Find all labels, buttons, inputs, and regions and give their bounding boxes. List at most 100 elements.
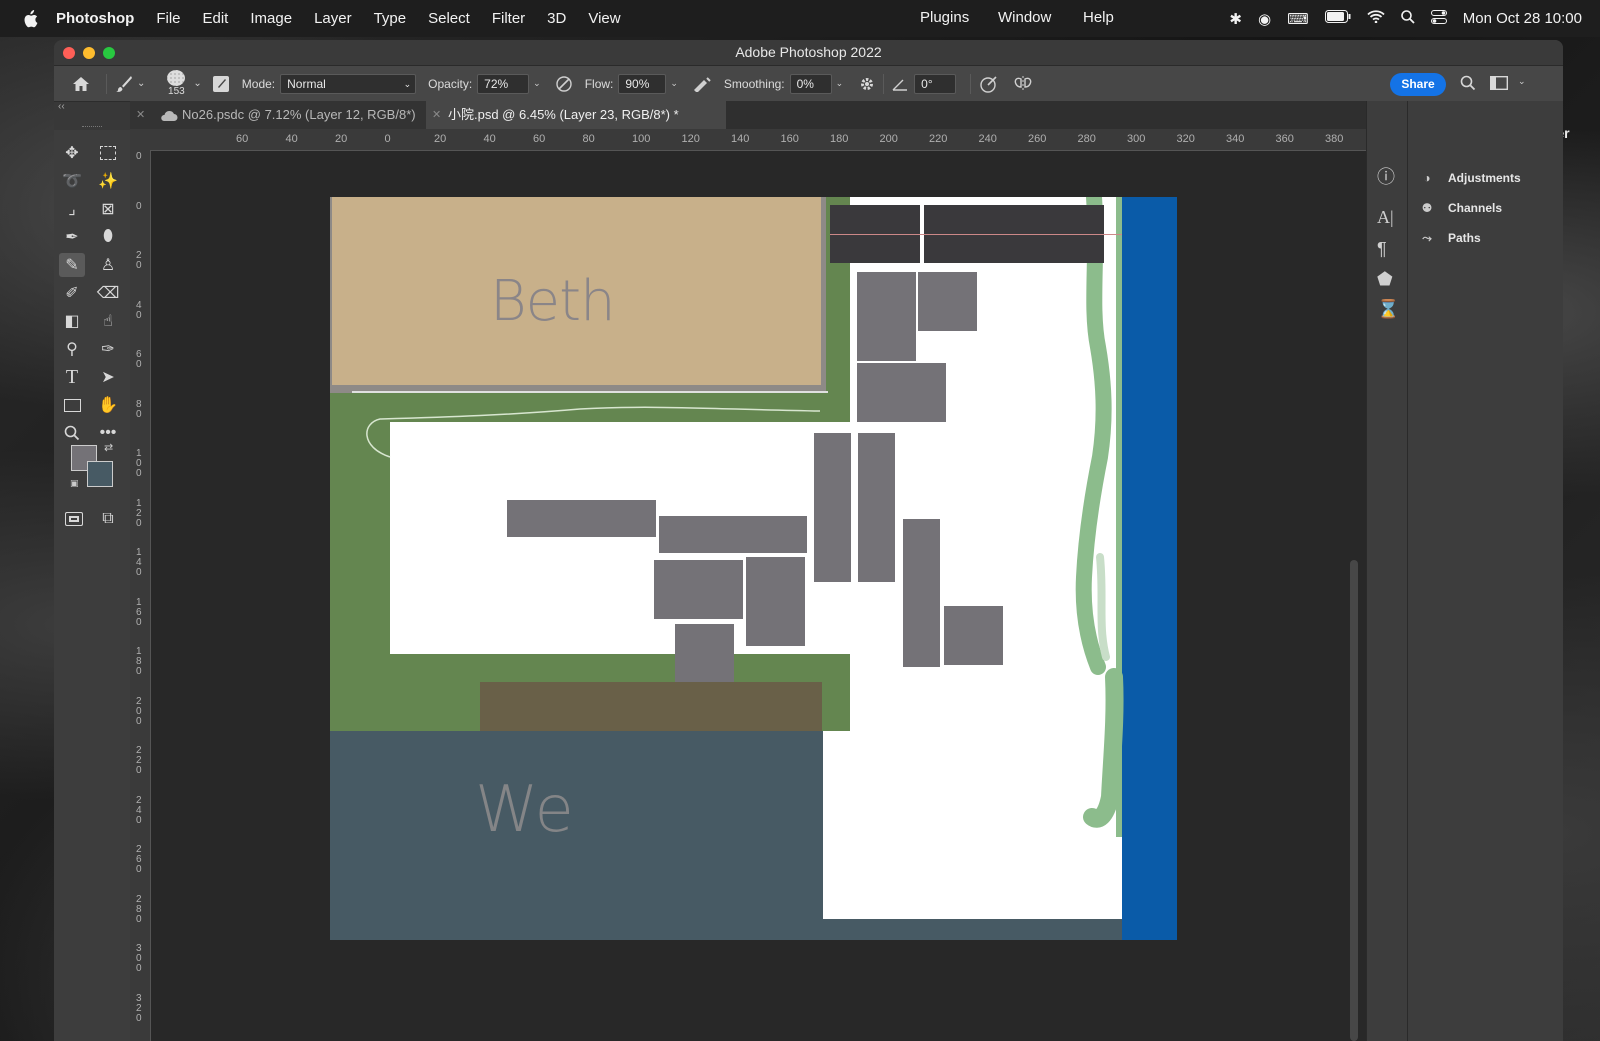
airbrush-icon[interactable] [692,76,712,92]
menu-layer[interactable]: Layer [314,10,352,27]
paint-bucket-tool[interactable]: ◧ [59,309,85,333]
paragraph-icon[interactable]: ¶ [1377,239,1387,260]
toolbox-grip[interactable] [82,126,102,129]
home-icon[interactable] [72,76,90,92]
chevron-down-icon[interactable]: ⌄ [1518,76,1526,87]
zoom-tool[interactable] [59,421,85,445]
healing-brush-tool[interactable]: ⬮ [95,225,121,249]
menu-app-photoshop[interactable]: Photoshop [56,10,134,27]
symmetry-icon[interactable] [1013,75,1033,93]
minimize-window-button[interactable] [83,47,95,59]
panel-paths[interactable]: ⤳ Paths [1418,223,1481,253]
swap-colors-icon[interactable]: ⇄ [104,441,113,454]
screen-mode-button[interactable]: ⧉ [95,507,121,531]
layers-icon[interactable]: ⬟ [1377,269,1393,290]
document-canvas[interactable]: Beth We [330,197,1177,940]
ruler-tick-label: 20 [335,133,348,145]
history-brush-icon: ✐ [65,285,79,302]
menu-window[interactable]: Window [998,9,1051,26]
user-icon[interactable]: ◉ [1258,10,1271,28]
apple-icon[interactable] [22,9,38,28]
move-tool[interactable]: ✥ [59,141,85,165]
history-brush-tool[interactable]: ✐ [59,281,85,305]
share-button[interactable]: Share [1390,73,1446,96]
menu-type[interactable]: Type [374,10,407,27]
smoothing-field[interactable]: 0% [789,73,832,94]
search-icon[interactable] [1460,75,1476,91]
menu-edit[interactable]: Edit [203,10,229,27]
lasso-tool[interactable]: ➰ [59,169,85,193]
pen-tool[interactable]: ✑ [95,337,121,361]
flow-field[interactable]: 90% [618,73,667,94]
chevron-down-icon[interactable]: ⌄ [836,78,844,89]
brush-tool[interactable]: ✎ [59,253,85,277]
menu-image[interactable]: Image [250,10,292,27]
default-colors-icon[interactable]: ▣ [70,478,79,489]
keyboard-icon[interactable]: ⌨ [1287,10,1309,28]
control-center-icon[interactable] [1430,9,1447,28]
chevron-down-icon[interactable]: ⌄ [193,78,201,89]
dodge-tool[interactable]: ⚲ [59,337,85,361]
gear-icon[interactable] [859,76,875,92]
menu-select[interactable]: Select [428,10,470,27]
close-tab-icon[interactable]: ✕ [136,101,145,129]
panel-channels[interactable]: ⚉ Channels [1418,193,1502,223]
zoom-window-button[interactable] [103,47,115,59]
menu-view[interactable]: View [588,10,620,27]
wifi-icon[interactable] [1367,10,1385,27]
menu-plugins[interactable]: Plugins [920,9,969,26]
angle-field[interactable]: 0° [914,73,957,94]
close-window-button[interactable] [63,47,75,59]
chevron-down-icon[interactable]: ⌄ [533,78,541,89]
chevron-down-icon[interactable]: ⌄ [670,78,678,89]
flow-label: Flow: [584,76,614,91]
character-icon[interactable]: A| [1377,207,1394,228]
menu-file[interactable]: File [156,10,180,27]
search-icon[interactable] [1400,9,1415,28]
eraser-tool[interactable]: ⌫ [95,281,121,305]
panel-adjustments[interactable]: ◑ Adjustments [1418,163,1520,193]
chevron-down-icon[interactable]: ⌄ [137,78,145,89]
type-tool[interactable]: T [59,365,85,389]
menu-filter[interactable]: Filter [492,10,525,27]
ruler-tick-label: 160 [136,596,142,628]
battery-icon[interactable] [1324,10,1351,27]
workspace-icon[interactable] [1490,76,1508,90]
marquee-tool[interactable] [95,141,121,165]
collapse-toolbox-icon[interactable]: ‹‹ [58,101,65,112]
pressure-opacity-icon[interactable] [555,75,573,93]
clone-stamp-tool[interactable]: ♙ [95,253,121,277]
olive-strip [480,682,822,731]
menu-help[interactable]: Help [1083,9,1114,26]
info-icon[interactable]: ⓘ [1377,163,1395,189]
blend-mode-select[interactable]: Normal ⌄ [280,73,417,94]
background-color-swatch[interactable] [87,461,113,487]
history-icon[interactable]: ⌛ [1377,299,1399,320]
path-selection-tool[interactable]: ➤ [95,365,121,389]
ruler-tick-label: 120 [681,133,700,145]
close-tab-icon[interactable]: ✕ [432,101,441,129]
quick-mask-button[interactable] [61,507,87,531]
menubar-clock[interactable]: Mon Oct 28 10:00 [1463,10,1582,27]
angle-value: 0° [921,76,933,91]
room-bottom-line [352,391,828,393]
magic-wand-tool[interactable]: ✨ [95,169,121,193]
channels-icon: ⚉ [1421,201,1433,215]
tab-xiaoyuan[interactable]: ✕ 小院.psd @ 6.45% (Layer 23, RGB/8*) * [426,101,726,129]
tab-no26[interactable]: ✕ No26.psdc @ 7.12% (Layer 12, RGB/8*) [130,101,426,129]
bluetooth-icon[interactable]: ✱ [1229,10,1242,28]
menu-3d[interactable]: 3D [547,10,566,27]
brush-picker[interactable]: 153 [163,70,189,97]
vertical-scrollbar[interactable] [1350,560,1358,1041]
pressure-size-icon[interactable] [979,75,999,93]
smudge-tool[interactable]: ☝ [95,309,121,333]
rectangle-tool[interactable] [59,393,85,417]
slate-strip [823,919,1123,940]
brush-settings-panel-icon[interactable] [212,75,230,93]
opacity-field[interactable]: 72% [477,73,530,94]
crop-tool[interactable]: ⌟ [59,197,85,221]
eyedropper-tool[interactable]: ✒ [59,225,85,249]
frame-tool[interactable]: ⊠ [95,197,121,221]
hand-tool[interactable]: ✋ [95,393,121,417]
brush-tool-preset-icon[interactable] [115,75,133,93]
